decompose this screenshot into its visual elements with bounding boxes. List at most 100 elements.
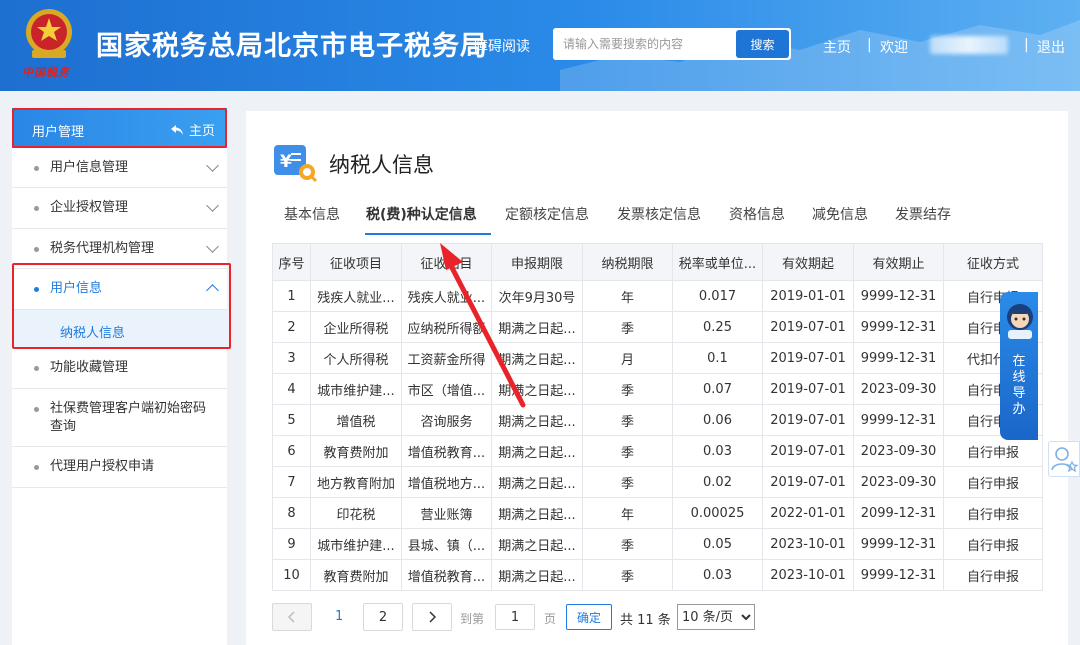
taxpayer-info-icon: ¥ bbox=[274, 145, 318, 183]
total-count: 共 11 条 bbox=[620, 613, 671, 628]
page-number-current[interactable]: 1 bbox=[335, 609, 343, 624]
search-box: 搜索 bbox=[553, 28, 791, 60]
table-cell: 2019-07-01 bbox=[762, 311, 854, 343]
goto-confirm-button[interactable]: 确定 bbox=[566, 604, 612, 630]
table-cell: 2019-07-01 bbox=[762, 373, 854, 405]
table-cell: 次年9月30号 bbox=[491, 280, 583, 312]
column-header: 征收品目 bbox=[401, 243, 492, 281]
sidebar-item-user-info-management[interactable]: 用户信息管理 bbox=[12, 148, 227, 188]
table-cell: 增值税教育... bbox=[401, 559, 492, 591]
bullet-icon bbox=[34, 166, 39, 171]
table-cell: 9999-12-31 bbox=[853, 311, 944, 343]
table-cell: 教育费附加 bbox=[310, 435, 402, 467]
nav-separator: | bbox=[1024, 37, 1029, 53]
table-cell: 0.07 bbox=[672, 373, 763, 405]
table-row: 1 残疾人就业... 残疾人就业... 次年9月30号年 0.017 2019-01-01… bbox=[272, 280, 1043, 312]
tab-exemption[interactable]: 减免信息 bbox=[812, 204, 868, 224]
table-cell: 0.05 bbox=[672, 528, 763, 560]
tab-quota-info[interactable]: 定额核定信息 bbox=[505, 204, 589, 224]
page-number-button[interactable]: 2 bbox=[363, 603, 403, 631]
table-cell: 残疾人就业... bbox=[401, 280, 492, 312]
table-cell: 2023-10-01 bbox=[762, 559, 854, 591]
online-guide-button[interactable]: 在线导办 bbox=[1000, 292, 1038, 440]
page-size-select[interactable]: 10 条/页 bbox=[677, 604, 755, 630]
table-row: 9 城市维护建... 县城、镇（... 期满之日起... 季 0.05 2023-10-01… bbox=[272, 528, 1043, 560]
bullet-icon bbox=[34, 206, 39, 211]
logout-link[interactable]: 退出 bbox=[1037, 37, 1065, 57]
table-cell: 自行申报 bbox=[943, 435, 1043, 467]
table-header-row: 序号 征收项目 征收品目 申报期限 纳税期限 税率或单位... 有效期起 有效期… bbox=[272, 243, 1043, 281]
table-cell: 自行申报 bbox=[943, 497, 1043, 529]
table-row: 5 增值税 咨询服务 期满之日起... 季 0.06 2019-07-01 9999-12-3… bbox=[272, 404, 1043, 436]
table-cell: 工资薪金所得 bbox=[401, 342, 492, 374]
sidebar: 用户管理 主页 用户信息管理 企业授权管理 税务代理机构管理 用户信息 纳税人信… bbox=[12, 108, 227, 645]
sidebar-item-social-security-password[interactable]: 社保费管理客户端初始密码查询 bbox=[12, 389, 227, 447]
table-cell: 地方教育附加 bbox=[310, 466, 402, 498]
bullet-icon bbox=[34, 465, 39, 470]
table-cell: 0.06 bbox=[672, 404, 763, 436]
column-header: 有效期止 bbox=[853, 243, 944, 281]
sidebar-item-label: 税务代理机构管理 bbox=[50, 241, 155, 256]
table-cell: 季 bbox=[582, 466, 673, 498]
table-cell: 0.1 bbox=[672, 342, 763, 374]
tab-qualification[interactable]: 资格信息 bbox=[729, 204, 785, 224]
table-cell: 年 bbox=[582, 280, 673, 312]
table-cell: 8 bbox=[272, 497, 311, 529]
tab-invoice-approval[interactable]: 发票核定信息 bbox=[617, 204, 701, 224]
column-header: 税率或单位... bbox=[672, 243, 763, 281]
table-cell: 期满之日起... bbox=[491, 373, 583, 405]
prev-page-button[interactable] bbox=[272, 603, 312, 631]
goto-label: 到第 bbox=[460, 612, 485, 626]
tax-emblem-icon bbox=[26, 9, 72, 58]
table-cell: 季 bbox=[582, 528, 673, 560]
chevron-right-icon bbox=[429, 611, 436, 623]
user-service-button[interactable] bbox=[1048, 441, 1080, 477]
table-cell: 企业所得税 bbox=[310, 311, 402, 343]
table-cell: 9999-12-31 bbox=[853, 342, 944, 374]
next-page-button[interactable] bbox=[412, 603, 452, 631]
table-cell: 0.017 bbox=[672, 280, 763, 312]
nav-username-blurred bbox=[930, 36, 1008, 54]
table-cell: 7 bbox=[272, 466, 311, 498]
table-row: 6 教育费附加 增值税教育... 期满之日起... 季 0.03 2019-07-01 202… bbox=[272, 435, 1043, 467]
table-cell: 9999-12-31 bbox=[853, 528, 944, 560]
sidebar-item-favorites[interactable]: 功能收藏管理 bbox=[12, 348, 227, 389]
table-cell: 2023-10-01 bbox=[762, 528, 854, 560]
table-cell: 期满之日起... bbox=[491, 559, 583, 591]
table-cell: 9999-12-31 bbox=[853, 280, 944, 312]
tab-basic-info[interactable]: 基本信息 bbox=[284, 204, 340, 224]
table-cell: 0.03 bbox=[672, 435, 763, 467]
search-button[interactable]: 搜索 bbox=[736, 30, 789, 58]
table-cell: 2019-07-01 bbox=[762, 466, 854, 498]
table-cell: 县城、镇（... bbox=[401, 528, 492, 560]
active-tab-indicator bbox=[365, 233, 491, 235]
table-cell: 期满之日起... bbox=[491, 311, 583, 343]
table-cell: 期满之日起... bbox=[491, 528, 583, 560]
table-cell: 期满之日起... bbox=[491, 404, 583, 436]
table-row: 3 个人所得税 工资薪金所得 期满之日起... 月 0.1 2019-07-01 9999-1… bbox=[272, 342, 1043, 374]
table-cell: 2019-07-01 bbox=[762, 435, 854, 467]
search-input[interactable] bbox=[553, 28, 736, 60]
table-cell: 0.25 bbox=[672, 311, 763, 343]
sidebar-item-enterprise-auth[interactable]: 企业授权管理 bbox=[12, 188, 227, 229]
tab-tax-type-info[interactable]: 税(费)种认定信息 bbox=[366, 204, 477, 224]
tab-invoice-stock[interactable]: 发票结存 bbox=[895, 204, 951, 224]
nav-home-link[interactable]: 主页 bbox=[823, 37, 851, 57]
accessible-reading-link[interactable]: 障碍阅读 bbox=[474, 36, 530, 56]
column-header: 申报期限 bbox=[491, 243, 583, 281]
table-cell: 2019-07-01 bbox=[762, 342, 854, 374]
pagination: 1 2 到第 页 确定 共 11 条 10 条/页 bbox=[272, 603, 972, 633]
table-cell: 个人所得税 bbox=[310, 342, 402, 374]
table-cell: 增值税 bbox=[310, 404, 402, 436]
table-cell: 期满之日起... bbox=[491, 342, 583, 374]
goto-page-input[interactable] bbox=[495, 604, 535, 630]
column-header: 序号 bbox=[272, 243, 311, 281]
main-panel: ¥ 纳税人信息 基本信息 税(费)种认定信息 定额核定信息 发票核定信息 资格信… bbox=[246, 111, 1068, 645]
table-row: 4 城市维护建... 市区（增值... 期满之日起... 季 0.07 2019-07-01… bbox=[272, 373, 1043, 405]
table-cell: 9 bbox=[272, 528, 311, 560]
table-cell: 季 bbox=[582, 373, 673, 405]
table-row: 7 地方教育附加 增值税地方... 期满之日起... 季 0.02 2019-07-01 20… bbox=[272, 466, 1043, 498]
table-cell: 季 bbox=[582, 404, 673, 436]
assistant-avatar-icon bbox=[1007, 304, 1033, 339]
sidebar-item-agent-authorization[interactable]: 代理用户授权申请 bbox=[12, 447, 227, 488]
